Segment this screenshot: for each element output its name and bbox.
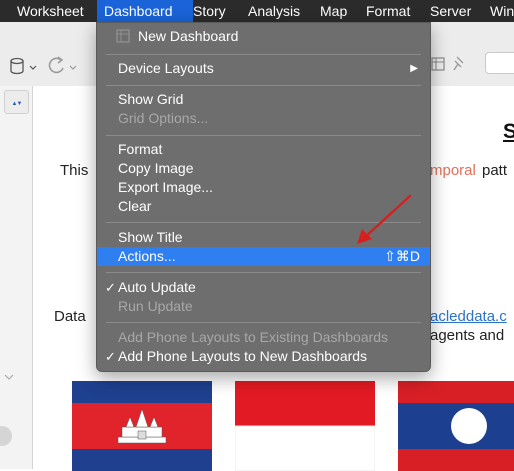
checkmark-icon: ✓ [105,280,116,295]
checkmark-icon: ✓ [105,349,116,364]
menu-item-format[interactable]: Format [97,140,430,159]
toolbar-field[interactable] [485,52,514,74]
menu-bar: Worksheet Dashboard Story Analysis Map F… [0,0,514,22]
data-text-end: agents and [430,327,505,344]
menu-item-copy-image[interactable]: Copy Image [97,159,430,178]
menubar-worksheet[interactable]: Worksheet [17,0,84,22]
menu-item-device-layouts[interactable]: Device Layouts ▶ [97,59,430,78]
menu-separator [106,135,421,136]
refresh-icon[interactable] [46,55,80,77]
menu-separator [106,272,421,273]
menubar-map[interactable]: Map [320,0,347,22]
intro-text-end: patt [482,162,508,179]
indonesia-flag-image [235,381,375,471]
menu-item-auto-update[interactable]: ✓ Auto Update [97,278,430,297]
menu-separator [106,85,421,86]
scroll-knob[interactable] [0,426,12,446]
laos-flag-image [398,381,514,471]
intro-text-highlight: mporal [430,162,476,179]
menu-item-add-phone-existing: Add Phone Layouts to Existing Dashboards [118,329,389,345]
datasource-icon[interactable] [9,57,37,77]
menu-item-show-grid[interactable]: Show Grid [97,90,430,109]
data-source-link[interactable]: acleddata.c [430,308,507,325]
annotation-arrow-icon [357,194,412,244]
menubar-dashboard[interactable]: Dashboard [97,0,193,22]
intro-text-start: This [60,162,89,179]
sort-toggle[interactable]: ▲▼ [4,90,29,114]
menu-item-grid-options: Grid Options... [118,110,209,126]
data-text-start: Data [54,308,86,325]
chevron-down-icon[interactable] [4,373,14,381]
menu-item-add-phone-new[interactable]: ✓ Add Phone Layouts to New Dashboards [97,347,430,366]
left-pane: ▲▼ [0,86,33,469]
menu-separator [106,54,421,55]
menubar-server[interactable]: Server [430,0,471,22]
cambodia-flag-image [72,381,212,471]
pin-icon[interactable] [452,55,468,73]
dashboard-heading: S [503,120,514,143]
menu-item-run-update: Run Update [118,298,193,314]
submenu-arrow-icon: ▶ [410,63,418,74]
menu-separator [106,322,421,323]
menu-item-new-dashboard[interactable]: New Dashboard [97,27,430,46]
sort-icon: ▲▼ [11,101,23,107]
present-icon[interactable] [430,56,446,72]
menubar-story[interactable]: Story [193,0,226,22]
menubar-format[interactable]: Format [366,0,410,22]
menubar-window[interactable]: Win [490,0,514,22]
menubar-analysis[interactable]: Analysis [248,0,300,22]
